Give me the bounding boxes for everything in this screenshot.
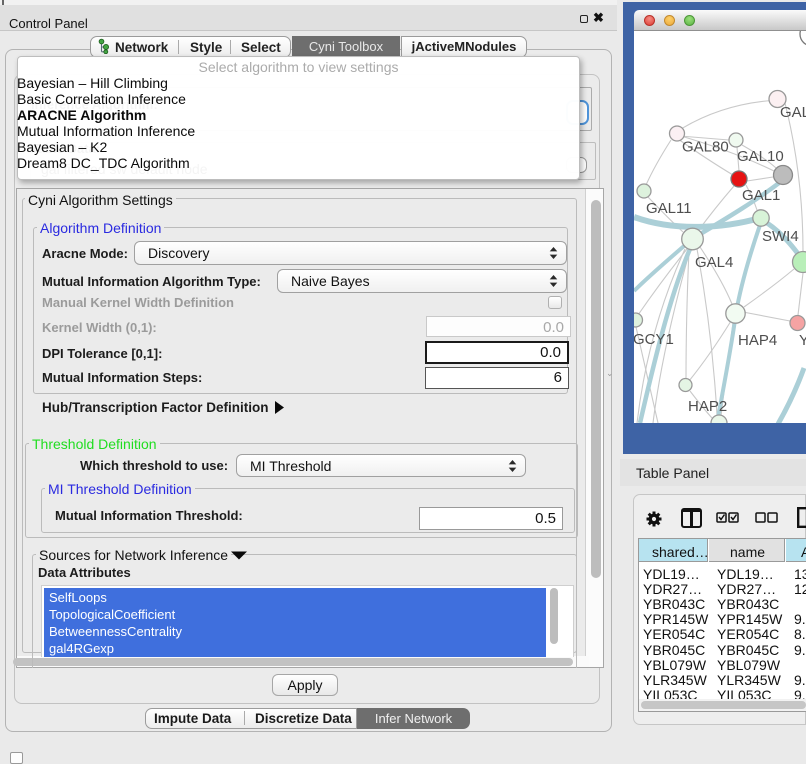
svg-text:SWI4: SWI4 [762, 228, 799, 245]
svg-text:GAL7: GAL7 [780, 104, 806, 121]
svg-text:GAL10: GAL10 [737, 148, 784, 165]
svg-text:HAP4: HAP4 [738, 332, 777, 349]
svg-text:YM: YM [799, 332, 806, 349]
svg-text:GAL1: GAL1 [742, 187, 780, 204]
svg-text:GCY1: GCY1 [634, 331, 674, 348]
svg-text:GAL4: GAL4 [695, 254, 733, 271]
svg-text:GAL11: GAL11 [646, 200, 692, 217]
svg-text:GAL80: GAL80 [682, 139, 729, 156]
svg-text:HAP2: HAP2 [688, 398, 727, 415]
